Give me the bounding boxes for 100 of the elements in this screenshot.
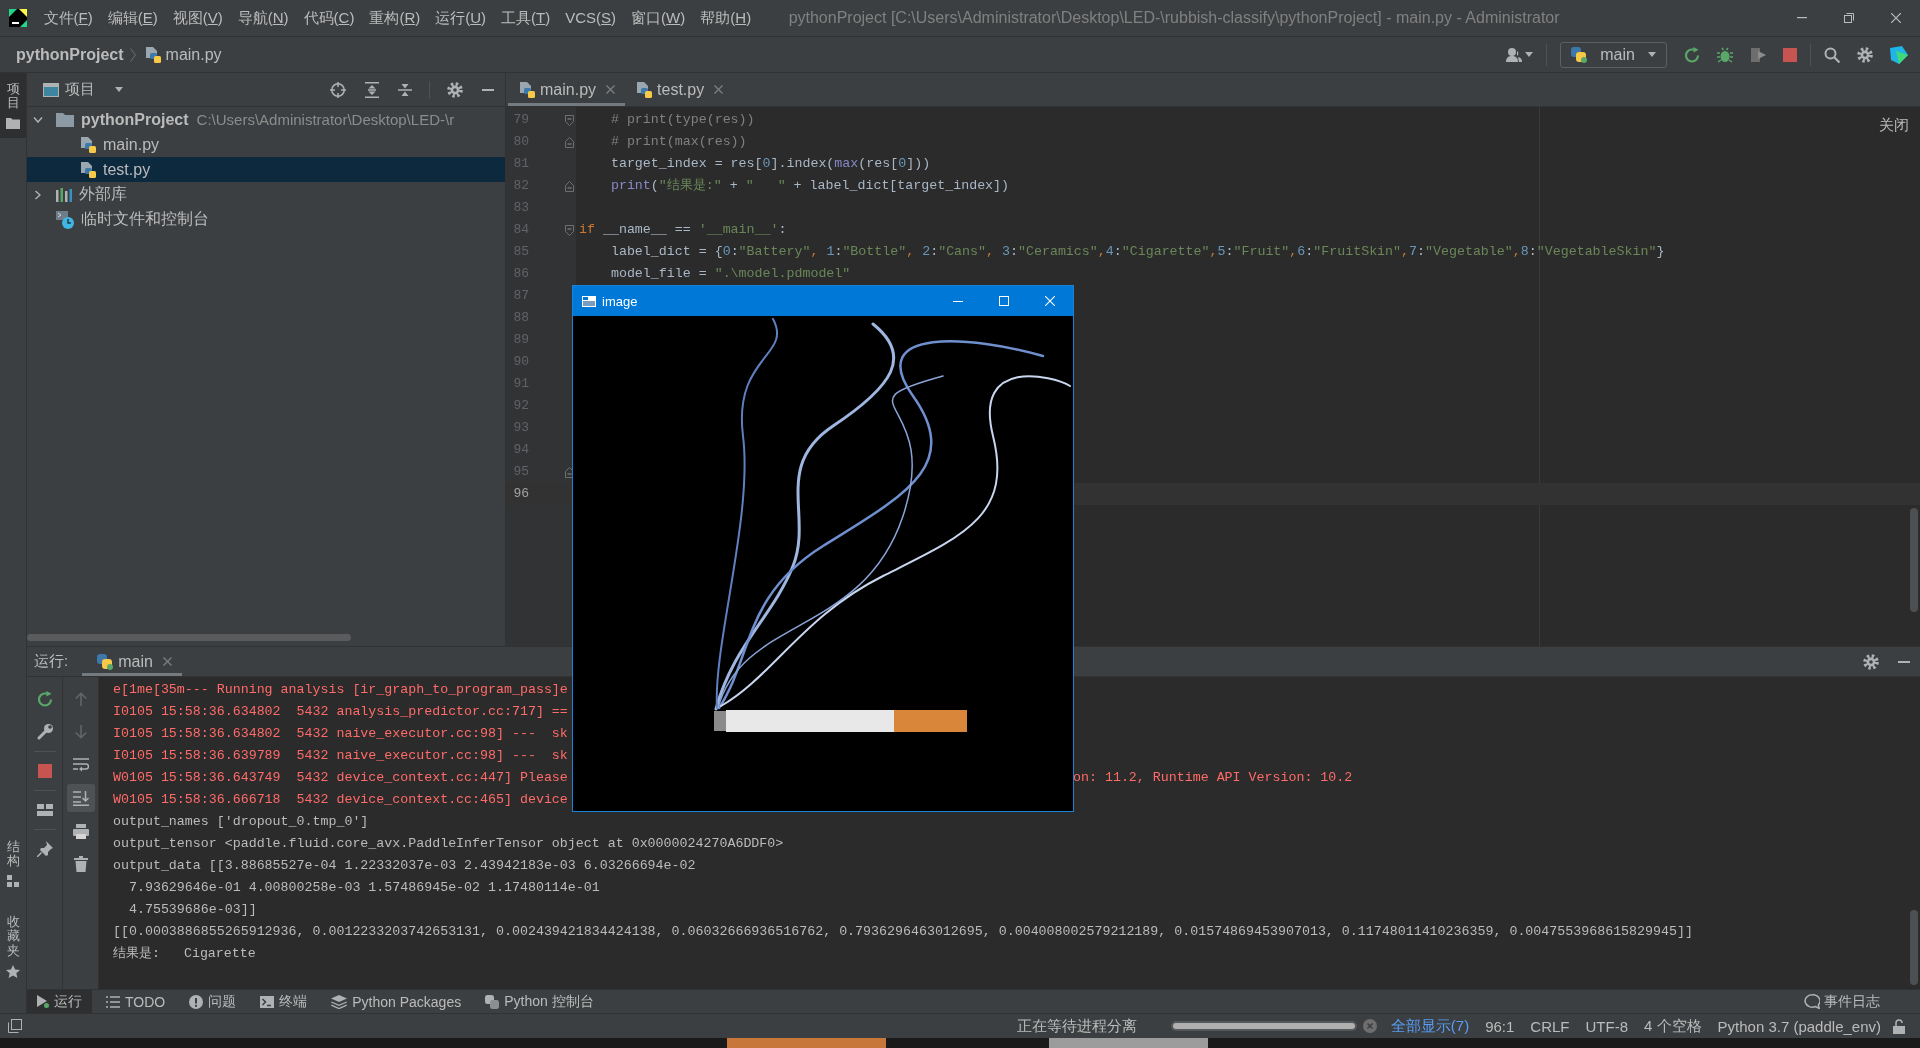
status-item[interactable]: UTF-8 (1585, 1017, 1629, 1035)
view-dropdown[interactable]: 项目 (65, 80, 123, 99)
tool-window-tab[interactable]: 结构 (0, 830, 26, 897)
scratch-icon (56, 210, 74, 229)
tree-item[interactable]: test.py (27, 157, 505, 182)
bug-icon[interactable] (1717, 46, 1733, 63)
coverage-icon[interactable] (1750, 46, 1766, 63)
status-item[interactable]: 4 个空格 (1644, 1016, 1702, 1036)
fold-marker-icon[interactable] (565, 114, 574, 126)
rerun-icon[interactable] (1684, 46, 1700, 63)
close-link[interactable]: 关闭 (1879, 116, 1909, 135)
menu-item[interactable]: 重构(R) (361, 5, 428, 31)
tool-window-tab[interactable]: 运行 (27, 990, 92, 1013)
chevron-down-icon[interactable] (33, 116, 43, 123)
scrollbar-thumb[interactable] (1910, 508, 1918, 612)
status-item[interactable]: CRLF (1530, 1017, 1570, 1035)
breadcrumb-item[interactable]: main.py (165, 45, 222, 64)
library-icon (56, 187, 72, 202)
chevron-right-icon[interactable] (35, 189, 41, 200)
tree-item[interactable]: 临时文件和控制台 (27, 207, 505, 232)
maximize-icon[interactable] (999, 296, 1009, 306)
editor-tab[interactable]: test.py (625, 73, 734, 106)
run-panel-label: 运行: (34, 652, 69, 671)
restore-icon[interactable] (1844, 13, 1854, 23)
menu-item[interactable]: 工具(T) (493, 5, 558, 31)
user-icon (1506, 47, 1522, 62)
tool-window-tab[interactable]: 项目 (0, 73, 26, 138)
console-line: output_names ['dropout_0.tmp_0'] (113, 814, 369, 830)
code-line: if __name__ == '__main__': (579, 222, 787, 238)
tree-item[interactable]: main.py (27, 132, 505, 157)
account-button[interactable] (1506, 47, 1533, 62)
fold-marker-icon[interactable] (565, 136, 574, 148)
code-line: label_dict = {0:"Battery", 1:"Bottle", 2:"Cans", 3:"Ceramics",4:"Cigarette",5:"Fruit",6:"FruitSkin",7:"Vegetable",8:"VegetableSkin"} (609, 244, 1665, 260)
close-icon[interactable] (1891, 13, 1901, 23)
folder-icon (56, 112, 74, 127)
python-file-icon (80, 136, 96, 153)
console-line: W0105 15:58:36.666718 5432 device_context.cc:465] device (113, 792, 568, 808)
expand-all-icon[interactable] (365, 81, 379, 98)
menu-item[interactable]: 视图(V) (165, 5, 231, 31)
tool-window-tab[interactable]: Python 控制台 (475, 990, 604, 1013)
minimize-icon[interactable] (1898, 660, 1910, 663)
tool-window-tab[interactable]: Python Packages (321, 990, 472, 1013)
scroll-to-end-icon (72, 790, 89, 806)
close-icon[interactable] (714, 85, 724, 94)
minimize-icon[interactable] (1797, 17, 1807, 19)
show-all-link[interactable]: 全部显示(7) (1390, 1016, 1470, 1036)
search-icon[interactable] (1824, 46, 1840, 63)
background-task-label: 正在等待进程分离 (1016, 1016, 1137, 1036)
status-item[interactable]: 96:1 (1485, 1017, 1515, 1035)
tool-windows-icon[interactable] (8, 1019, 22, 1033)
event-log-button[interactable]: 事件日志 (1804, 992, 1880, 1011)
window-icon (43, 82, 59, 97)
menu-item[interactable]: 导航(N) (230, 5, 297, 31)
scroll-to-end-button[interactable] (66, 784, 95, 812)
locate-icon[interactable] (330, 81, 346, 98)
code-line: # print(type(res)) (609, 112, 755, 128)
menu-item[interactable]: 帮助(H) (692, 5, 759, 31)
collapse-all-icon[interactable] (398, 82, 412, 97)
breadcrumb-item[interactable]: pythonProject (16, 45, 124, 64)
wrench-icon (36, 724, 53, 740)
menu-item[interactable]: VCS(S) (557, 5, 624, 31)
settings-icon[interactable] (447, 81, 463, 98)
python-console-icon (485, 994, 500, 1009)
caret-icon (115, 87, 123, 92)
close-icon[interactable] (606, 85, 616, 94)
tool-window-tab[interactable]: 问题 (179, 990, 247, 1013)
console-line: 7.93629646e-01 4.00800258e-03 1.57486945e-02 1.17480114e-01 (127, 880, 600, 896)
stop-icon (37, 764, 52, 778)
minimize-icon[interactable] (482, 88, 494, 91)
menu-item[interactable]: 代码(C) (296, 5, 362, 31)
stop-icon[interactable] (1783, 47, 1797, 62)
star-icon (6, 965, 20, 978)
scrollbar-thumb[interactable] (1910, 910, 1918, 985)
code-line: print("结果是:" + " " + label_dict[target_index]) (609, 178, 1010, 194)
settings-icon[interactable] (1857, 46, 1873, 63)
menu-item[interactable]: 运行(U) (427, 5, 494, 31)
run-configuration-dropdown[interactable]: main (1560, 41, 1667, 68)
menu-item[interactable]: 文件(F) (36, 5, 101, 31)
list-icon (106, 995, 120, 1008)
terminal-icon (260, 995, 275, 1008)
console-line: output_tensor <paddle.fluid.core_avx.PaddleInferTensor object at 0x0000024270A6DDF0> (113, 836, 784, 852)
tree-item[interactable]: 外部库 (27, 182, 505, 207)
tool-window-tab[interactable]: 收藏夹 (0, 906, 26, 987)
scrollbar-thumb[interactable] (27, 634, 351, 641)
toolbox-logo-icon[interactable] (1890, 45, 1908, 64)
fold-marker-icon[interactable] (565, 180, 574, 192)
status-item[interactable]: Python 3.7 (paddle_env) (1717, 1017, 1881, 1035)
fold-marker-icon[interactable] (565, 224, 574, 236)
tool-window-tab[interactable]: 终端 (250, 990, 318, 1013)
settings-icon[interactable] (1863, 653, 1879, 670)
menu-item[interactable]: 编辑(E) (100, 5, 166, 31)
lock-icon[interactable] (1893, 1018, 1905, 1034)
console-line: 4.75539686e-03]] (127, 902, 257, 918)
close-icon[interactable] (162, 657, 172, 666)
minimize-icon[interactable] (953, 300, 963, 302)
rerun-icon (36, 691, 53, 707)
python-file-icon (80, 161, 96, 178)
menu-item[interactable]: 窗口(W) (623, 5, 693, 31)
tool-window-tab[interactable]: TODO (96, 990, 176, 1013)
tree-item[interactable]: pythonProject C:\Users\Administrator\Desktop\LED-\r (27, 107, 505, 132)
